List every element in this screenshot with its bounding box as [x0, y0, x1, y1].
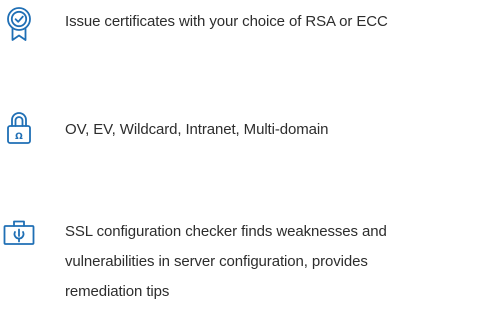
server-config-icon: [3, 220, 35, 245]
feature-line: SSL configuration checker finds weakness…: [65, 223, 387, 240]
feature-line: OV, EV, Wildcard, Intranet, Multi-domain: [65, 121, 329, 138]
feature-line: remediation tips: [65, 283, 170, 300]
feature-line: vulnerabilities in server configuration,…: [65, 253, 368, 270]
certificate-badge-icon: [7, 7, 31, 41]
feature-line: Issue certificates with your choice of R…: [65, 13, 388, 30]
feature-item-certificates: Issue certificates with your choice of R…: [0, 6, 477, 46]
feature-text-certificate-types: OV, EV, Wildcard, Intranet, Multi-domain: [65, 115, 328, 145]
feature-text-ssl-checker: SSL configuration checker finds weakness…: [65, 217, 387, 307]
svg-text:Ω: Ω: [15, 132, 23, 142]
lock-icon: Ω: [7, 112, 31, 144]
feature-item-certificate-types: Ω OV, EV, Wildcard, Intranet, Multi-doma…: [0, 110, 477, 150]
feature-text-certificates: Issue certificates with your choice of R…: [65, 7, 388, 37]
feature-item-ssl-checker: SSL configuration checker finds weakness…: [0, 218, 477, 322]
